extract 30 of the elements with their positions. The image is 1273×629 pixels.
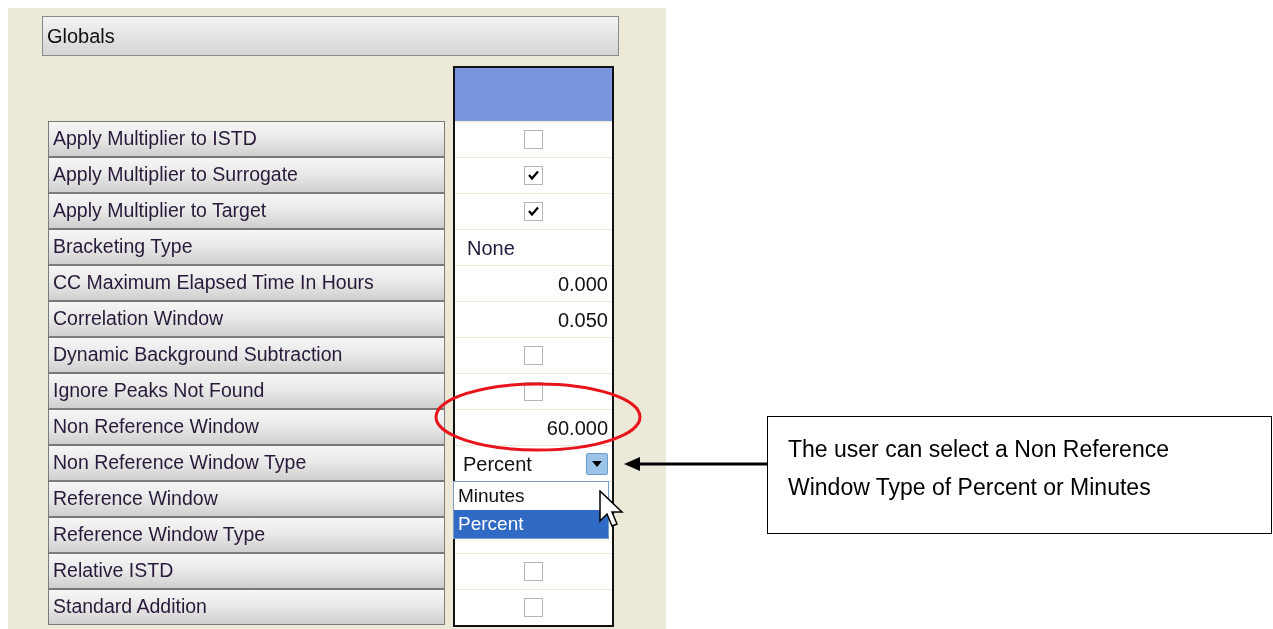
property-label: Dynamic Background Subtraction: [48, 337, 445, 373]
checkbox[interactable]: [524, 166, 543, 185]
value-text: 60.000: [546, 415, 608, 441]
value-text: 0.000: [557, 271, 608, 297]
value-text: 0.050: [557, 307, 608, 333]
property-label: Bracketing Type: [48, 229, 445, 265]
property-label: Non Reference Window Type: [48, 445, 445, 481]
property-label: Reference Window Type: [48, 517, 445, 553]
checkbox[interactable]: [524, 202, 543, 221]
dropdown-caret-icon[interactable]: [586, 452, 608, 475]
property-label: Relative ISTD: [48, 553, 445, 589]
section-header[interactable]: Globals: [42, 16, 619, 56]
checkbox[interactable]: [524, 130, 543, 149]
checkmark-icon: [528, 170, 539, 181]
checkmark-icon: [528, 206, 539, 217]
property-label: Apply Multiplier to ISTD: [48, 121, 445, 157]
checkbox[interactable]: [524, 598, 543, 617]
property-label: CC Maximum Elapsed Time In Hours: [48, 265, 445, 301]
property-label: Correlation Window: [48, 301, 445, 337]
checkbox[interactable]: [524, 346, 543, 365]
property-label: Non Reference Window: [48, 409, 445, 445]
callout-text: The user can select a Non Reference Window Type of Percent or Minutes: [788, 435, 1170, 502]
property-label: Reference Window: [48, 481, 445, 517]
property-label: Apply Multiplier to Target: [48, 193, 445, 229]
dropdown-option[interactable]: Percent: [454, 510, 608, 538]
checkbox[interactable]: [524, 562, 543, 581]
property-label: Standard Addition: [48, 589, 445, 625]
property-label: Ignore Peaks Not Found: [48, 373, 445, 409]
property-label: Apply Multiplier to Surrogate: [48, 157, 445, 193]
value-text: None: [467, 235, 515, 261]
